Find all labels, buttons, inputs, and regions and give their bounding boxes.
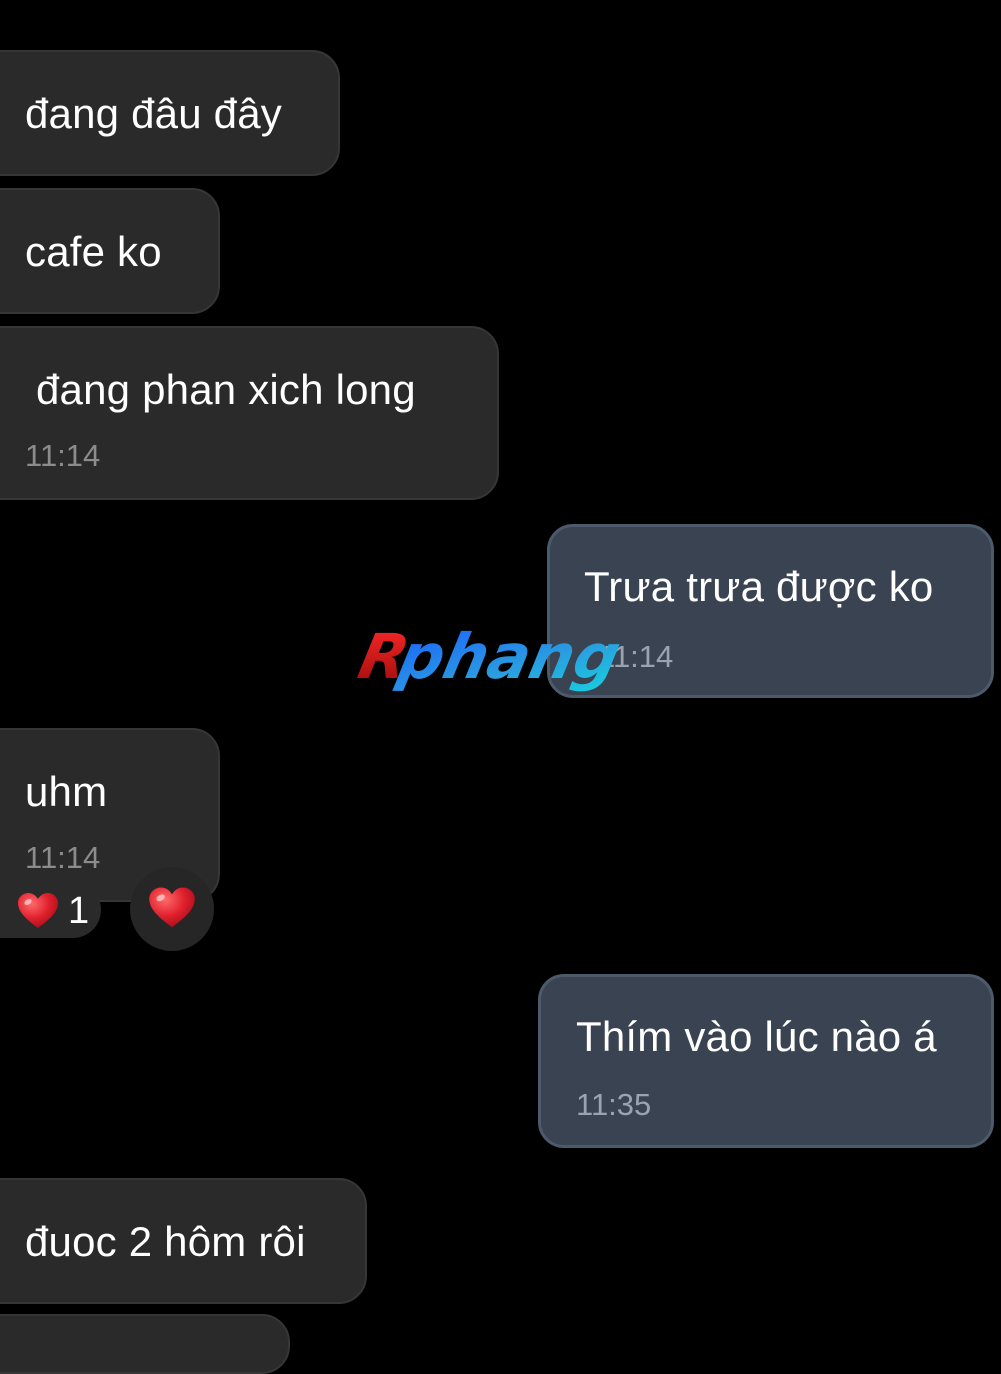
watermark-logo: R phang [350, 620, 650, 700]
message-text: uhm [25, 768, 108, 815]
incoming-message[interactable]: đuoc 2 hôm rôi [0, 1178, 367, 1304]
incoming-message[interactable] [0, 1314, 290, 1374]
incoming-message[interactable]: đang đâu đây [0, 50, 340, 176]
message-text: cafe ko [25, 228, 162, 275]
reaction-count: 1 [68, 890, 90, 932]
incoming-message[interactable]: đang phan xich long 11:14 [0, 326, 499, 500]
message-timestamp: 11:35 [576, 1087, 652, 1122]
svg-text:phang: phang [392, 621, 627, 693]
add-reaction-button[interactable] [130, 867, 214, 951]
message-timestamp: 11:14 [25, 840, 101, 875]
outgoing-message[interactable]: Thím vào lúc nào á 11:35 [538, 974, 994, 1148]
heart-icon [147, 886, 197, 935]
message-text: đang đâu đây [25, 90, 282, 137]
incoming-message[interactable]: cafe ko [0, 188, 220, 314]
heart-icon [16, 892, 60, 935]
reaction-badge[interactable]: 1 [0, 882, 101, 938]
message-text: Trưa trưa được ko [584, 563, 934, 610]
message-timestamp: 11:14 [25, 438, 101, 473]
message-text: Thím vào lúc nào á [576, 1013, 937, 1060]
message-text: đang phan xich long [36, 366, 416, 413]
message-text: đuoc 2 hôm rôi [25, 1218, 306, 1265]
